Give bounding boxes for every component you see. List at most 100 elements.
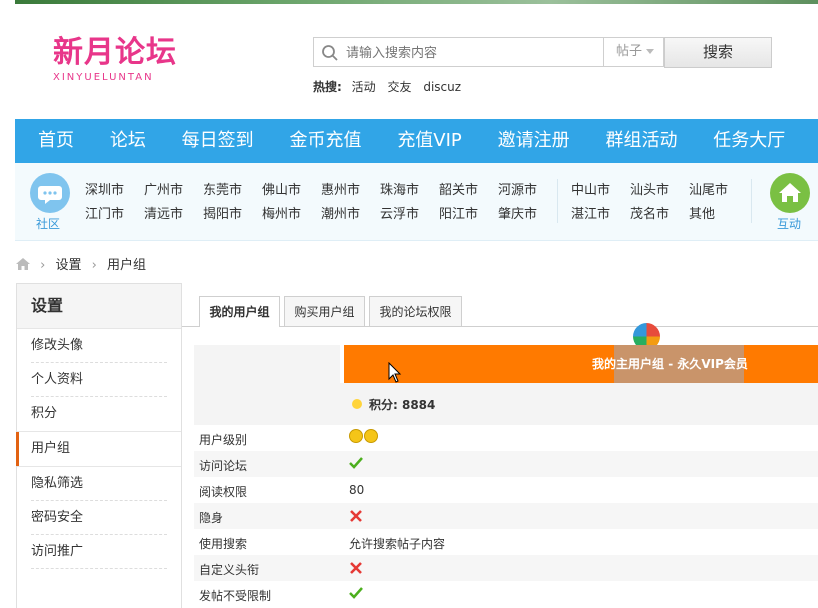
hot-search-label: 热搜: xyxy=(313,80,342,94)
sidebar-item-password[interactable]: 密码安全 xyxy=(17,501,181,535)
row-label: 访问论坛 xyxy=(199,459,248,473)
row-label: 发帖不受限制 xyxy=(199,589,272,603)
city-link[interactable]: 梅州市 xyxy=(262,205,321,224)
city-link[interactable]: 东莞市 xyxy=(203,181,262,200)
city-link[interactable]: 汕尾市 xyxy=(689,181,748,200)
sidebar-item-label: 用户组 xyxy=(31,441,71,456)
tab-forum-permissions[interactable]: 我的论坛权限 xyxy=(369,296,462,326)
score-row: 积分: 8884 xyxy=(194,383,818,425)
breadcrumb-item[interactable]: 用户组 xyxy=(107,258,146,273)
city-link[interactable]: 揭阳市 xyxy=(203,205,262,224)
city-link[interactable]: 肇庆市 xyxy=(498,205,557,224)
table-row: 隐身 xyxy=(194,503,818,529)
home-icon[interactable] xyxy=(770,173,810,213)
sidebar-item-label: 隐私筛选 xyxy=(31,476,84,491)
row-value: 80 xyxy=(349,483,365,497)
sidebar-item-label: 密码安全 xyxy=(31,510,84,525)
row-value: 允许搜索帖子内容 xyxy=(349,537,446,551)
mouse-cursor-icon xyxy=(388,362,402,383)
row-label: 自定义头衔 xyxy=(199,563,260,577)
main-nav: 首页 论坛 每日签到 金币充值 充值VIP 邀请注册 群组活动 任务大厅 排行 xyxy=(15,119,818,163)
cross-icon xyxy=(350,562,362,574)
hot-search: 热搜: 活动 交友 discuz xyxy=(313,78,469,95)
region-bar: 社区 深圳市 广州市 东莞市 佛山市 惠州市 珠海市 韶关市 河源市 江门市 清… xyxy=(15,163,818,241)
usergroup-header: 我的主用户组 - 永久VIP会员 xyxy=(344,345,818,383)
city-link[interactable]: 云浮市 xyxy=(380,205,439,224)
community-label[interactable]: 社区 xyxy=(36,215,60,232)
city-link[interactable]: 韶关市 xyxy=(439,181,498,200)
city-link[interactable]: 惠州市 xyxy=(321,181,380,200)
smiley-icon xyxy=(349,429,363,443)
nav-item-home[interactable]: 首页 xyxy=(38,119,74,163)
sidebar-item-avatar[interactable]: 修改头像 xyxy=(17,329,181,363)
sidebar-item-label: 访问推广 xyxy=(31,544,84,559)
tab-my-usergroup[interactable]: 我的用户组 xyxy=(199,296,280,327)
settings-sidebar: 设置 修改头像 个人资料 积分 用户组 隐私筛选 密码安全 访问推广 xyxy=(16,283,182,608)
nav-item-forum[interactable]: 论坛 xyxy=(110,119,146,163)
city-link[interactable]: 茂名市 xyxy=(630,205,689,224)
city-link[interactable]: 深圳市 xyxy=(85,181,144,200)
breadcrumb-item[interactable]: 设置 xyxy=(55,258,81,273)
city-link[interactable]: 阳江市 xyxy=(439,205,498,224)
city-link[interactable]: 中山市 xyxy=(571,181,630,200)
site-logo[interactable]: 新月论坛 XINYUELUNTAN xyxy=(53,35,177,84)
sidebar-item-credits[interactable]: 积分 xyxy=(17,397,181,431)
hot-keyword[interactable]: 活动 xyxy=(352,80,376,94)
interact-label[interactable]: 互动 xyxy=(777,215,801,232)
search-type-select[interactable]: 帖子 xyxy=(604,37,664,67)
city-link[interactable]: 河源市 xyxy=(498,181,557,200)
city-link[interactable]: 潮州市 xyxy=(321,205,380,224)
table-corner xyxy=(194,345,340,383)
smiley-icon xyxy=(364,429,378,443)
city-link[interactable]: 湛江市 xyxy=(571,205,630,224)
search-box[interactable] xyxy=(313,37,604,67)
nav-item-tasks[interactable]: 任务大厅 xyxy=(713,119,785,163)
city-link[interactable]: 其他 xyxy=(689,205,748,224)
tab-buy-usergroup[interactable]: 购买用户组 xyxy=(284,296,365,326)
nav-item-invite[interactable]: 邀请注册 xyxy=(498,119,570,163)
city-link[interactable]: 江门市 xyxy=(85,205,144,224)
breadcrumb: › 设置 › 用户组 xyxy=(16,254,146,273)
check-icon xyxy=(349,587,363,599)
city-link[interactable]: 清远市 xyxy=(144,205,203,224)
city-list-primary: 深圳市 广州市 东莞市 佛山市 惠州市 珠海市 韶关市 河源市 江门市 清远市 … xyxy=(85,181,555,224)
search-input[interactable] xyxy=(344,42,598,64)
title-prefix: 我的 xyxy=(592,357,617,371)
sidebar-item-promotion[interactable]: 访问推广 xyxy=(17,535,181,569)
chevron-right-icon: › xyxy=(40,258,46,273)
search-icon xyxy=(322,45,338,61)
city-link[interactable]: 佛山市 xyxy=(262,181,321,200)
score-value: 积分: 8884 xyxy=(369,398,436,412)
search-button[interactable]: 搜索 xyxy=(664,37,772,68)
hot-keyword[interactable]: discuz xyxy=(423,80,461,94)
level-icons xyxy=(349,429,379,446)
city-link[interactable]: 汕头市 xyxy=(630,181,689,200)
sidebar-item-label: 修改头像 xyxy=(31,338,84,353)
sidebar-item-label: 积分 xyxy=(31,406,58,421)
table-row: 用户级别 xyxy=(194,425,818,451)
hot-keyword[interactable]: 交友 xyxy=(387,80,411,94)
table-row: 自定义头衔 xyxy=(194,555,818,581)
table-row: 阅读权限 80 xyxy=(194,477,818,503)
nav-item-checkin[interactable]: 每日签到 xyxy=(182,119,254,163)
divider xyxy=(557,179,558,223)
city-list-secondary: 中山市 汕头市 汕尾市 湛江市 茂名市 其他 xyxy=(571,181,751,224)
city-link[interactable]: 珠海市 xyxy=(380,181,439,200)
sidebar-item-privacy[interactable]: 隐私筛选 xyxy=(17,467,181,501)
sidebar-item-profile[interactable]: 个人资料 xyxy=(17,363,181,397)
logo-text: 新月论坛 xyxy=(53,35,177,70)
city-link[interactable]: 广州市 xyxy=(144,181,203,200)
sidebar-title: 设置 xyxy=(17,284,181,329)
logo-subtext: XINYUELUNTAN xyxy=(53,72,154,83)
nav-item-coin-recharge[interactable]: 金币充值 xyxy=(289,119,361,163)
divider xyxy=(751,179,752,223)
sidebar-item-usergroup[interactable]: 用户组 xyxy=(16,431,181,467)
nav-item-vip[interactable]: 充值VIP xyxy=(397,119,461,163)
row-label: 用户级别 xyxy=(199,433,248,447)
home-icon[interactable] xyxy=(16,258,30,270)
row-label: 隐身 xyxy=(199,511,224,525)
community-icon[interactable] xyxy=(30,173,70,213)
nav-item-group[interactable]: 群组活动 xyxy=(605,119,677,163)
search-type-label: 帖子 xyxy=(616,44,643,59)
chevron-right-icon: › xyxy=(91,258,97,273)
